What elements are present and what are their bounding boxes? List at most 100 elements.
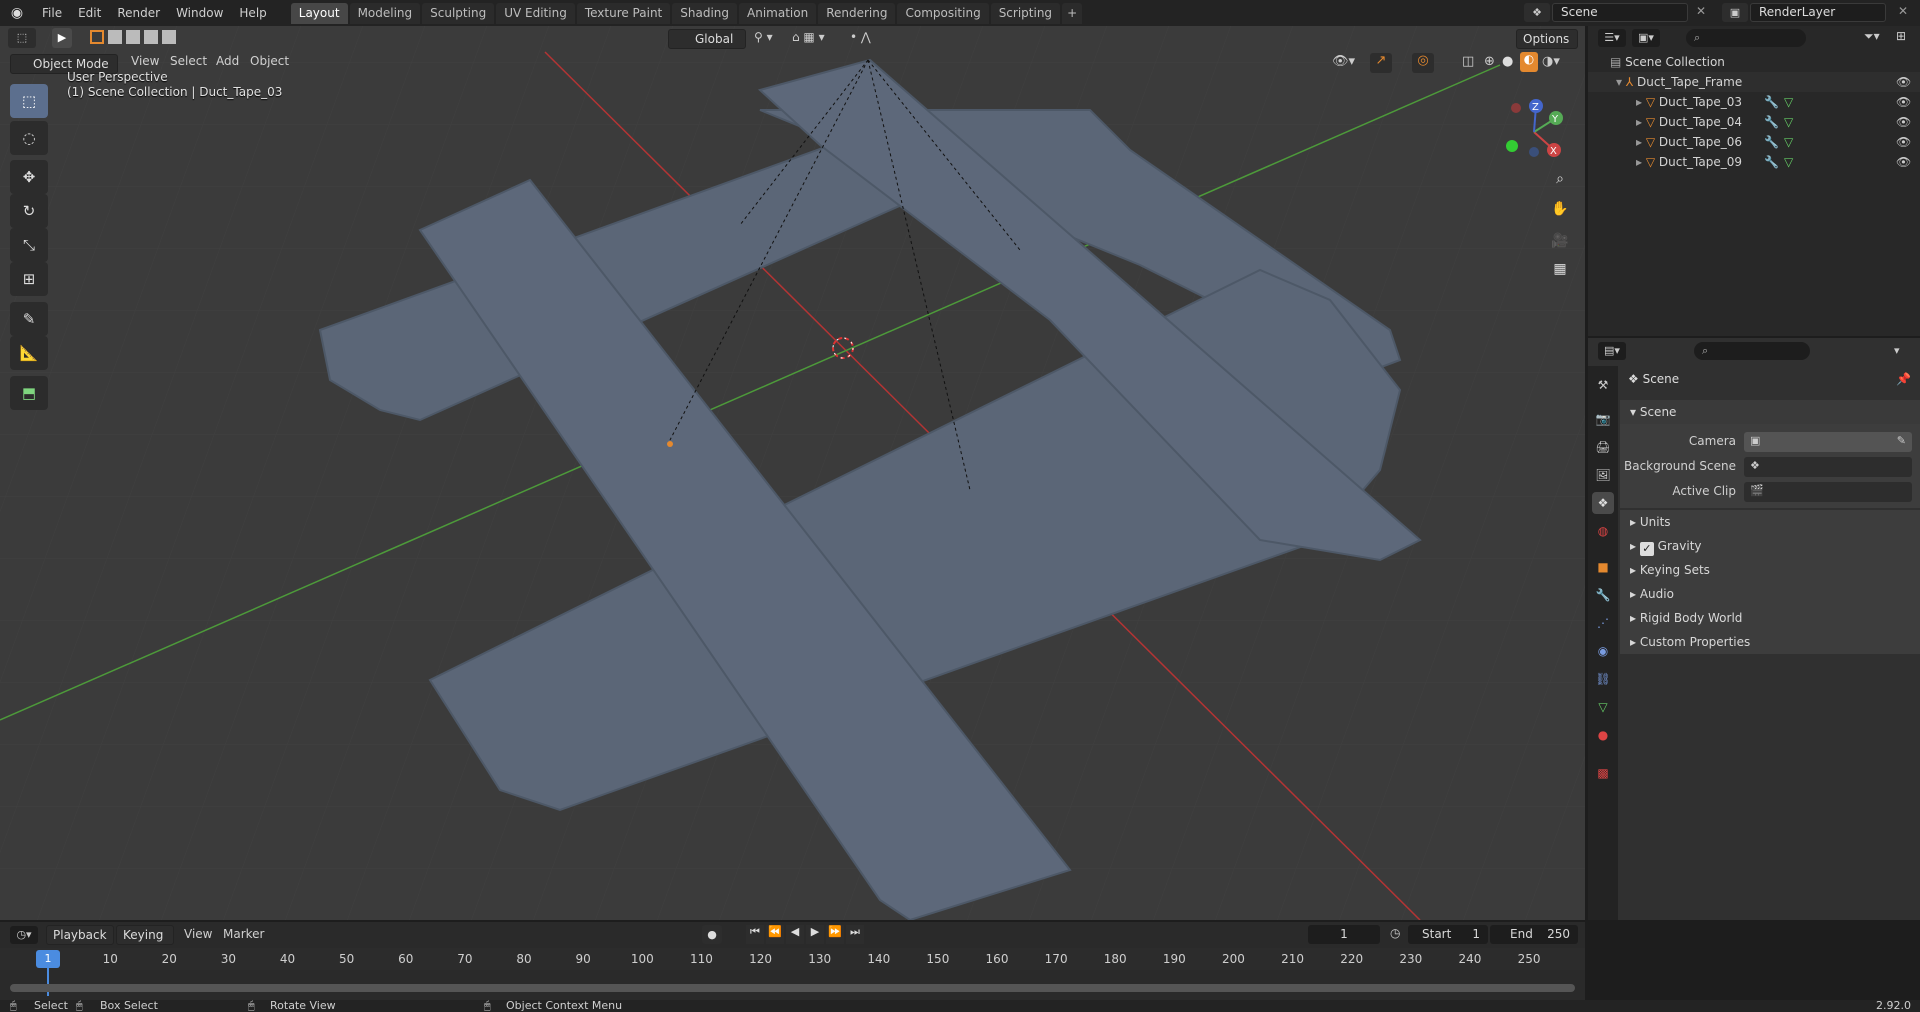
tab-animation[interactable]: Animation <box>739 2 817 24</box>
modifier-properties-icon[interactable]: 🔧 <box>1592 584 1614 606</box>
eyedropper-icon[interactable]: ✎ <box>1897 434 1906 447</box>
keying-dropdown[interactable]: Keying <box>116 925 174 945</box>
tab-compositing[interactable]: Compositing <box>897 2 989 24</box>
blender-logo-icon[interactable]: ◉ <box>0 0 34 26</box>
menu-edit[interactable]: Edit <box>70 0 109 26</box>
transform-tool[interactable]: ⊞ <box>10 262 48 296</box>
proportional-edit-icon[interactable]: • ⋀ <box>850 30 871 44</box>
mesh-data-icon[interactable]: ▽ <box>1784 152 1793 172</box>
outliner-display-mode-icon[interactable]: ☰▾ <box>1598 29 1626 47</box>
new-collection-icon[interactable]: ⊞ <box>1896 29 1906 43</box>
scale-tool[interactable]: ⤡ <box>10 228 48 262</box>
tab-modeling[interactable]: Modeling <box>349 2 421 24</box>
object-properties-icon[interactable]: ■ <box>1592 556 1614 578</box>
object-data-icon[interactable]: ▽ <box>1592 696 1614 718</box>
tab-shading[interactable]: Shading <box>672 2 737 24</box>
outliner-item-duct-tape-09[interactable]: ▸ ▽ Duct_Tape_09 🔧 ▽ 👁 <box>1588 152 1920 172</box>
menu-window[interactable]: Window <box>168 0 231 26</box>
timeline-menu-marker[interactable]: Marker <box>223 927 264 941</box>
gravity-panel-header[interactable]: ▸ ✓ Gravity <box>1620 534 1920 558</box>
scene-properties-icon[interactable]: ❖ <box>1592 492 1614 514</box>
preview-range-icon[interactable]: ◷ <box>1390 926 1400 940</box>
wireframe-shading-icon[interactable]: ⊕ <box>1484 54 1495 69</box>
eye-icon[interactable]: 👁 <box>1896 152 1911 172</box>
tab-rendering[interactable]: Rendering <box>818 2 896 24</box>
current-frame-field[interactable]: 1 <box>1308 925 1380 944</box>
eye-icon[interactable]: 👁 <box>1896 72 1911 92</box>
playback-dropdown[interactable]: Playback <box>46 925 114 945</box>
jump-start-icon[interactable]: ⏮ <box>746 925 764 944</box>
modifier-wrench-icon[interactable]: 🔧 <box>1764 112 1779 132</box>
menu-render[interactable]: Render <box>109 0 168 26</box>
properties-options-icon[interactable]: ▾ <box>1894 344 1900 357</box>
menu-select[interactable]: Select <box>170 54 207 68</box>
modifier-wrench-icon[interactable]: 🔧 <box>1764 92 1779 112</box>
audio-panel-header[interactable]: ▸ Audio <box>1620 582 1920 606</box>
eye-icon[interactable]: 👁 <box>1896 92 1911 112</box>
particles-icon[interactable]: ⋰ <box>1592 612 1614 634</box>
constraints-icon[interactable]: ⛓ <box>1592 668 1614 690</box>
record-icon[interactable]: ● <box>702 925 722 944</box>
outliner-filter-icon[interactable]: ▣▾ <box>1632 29 1660 47</box>
overlay-toggle-icon[interactable]: ◎ <box>1412 53 1434 73</box>
background-scene-field[interactable]: ❖ <box>1744 457 1912 477</box>
mesh-data-icon[interactable]: ▽ <box>1784 132 1793 152</box>
pan-hand-icon[interactable]: ✋ <box>1547 196 1573 222</box>
rigid-body-world-panel-header[interactable]: ▸ Rigid Body World <box>1620 606 1920 630</box>
add-workspace-button[interactable]: + <box>1062 2 1083 24</box>
render-properties-icon[interactable]: 📷 <box>1592 408 1614 430</box>
properties-editor-type-icon[interactable]: ▤▾ <box>1598 342 1626 360</box>
mesh-data-icon[interactable]: ▽ <box>1784 92 1793 112</box>
modifier-wrench-icon[interactable]: 🔧 <box>1764 152 1779 172</box>
next-keyframe-icon[interactable]: ⏩ <box>826 925 844 944</box>
world-properties-icon[interactable]: ◍ <box>1592 520 1614 542</box>
scene-selector-icon[interactable]: ❖ <box>1524 3 1550 22</box>
menu-file[interactable]: File <box>34 0 70 26</box>
outliner-item-duct-tape-04[interactable]: ▸ ▽ Duct_Tape_04 🔧 ▽ 👁 <box>1588 112 1920 132</box>
outliner-search-input[interactable]: ⌕ <box>1686 29 1806 47</box>
tab-uv-editing[interactable]: UV Editing <box>496 2 575 24</box>
snap-icon[interactable]: ⌂ ▦ ▾ <box>792 30 825 44</box>
xray-icon[interactable]: ◫ <box>1462 54 1474 69</box>
chevron-right-icon[interactable]: ▸ <box>1636 155 1646 169</box>
cursor-tool[interactable]: ◌ <box>10 121 48 155</box>
perspective-toggle-icon[interactable]: ▦ <box>1547 256 1573 282</box>
tab-texture-paint[interactable]: Texture Paint <box>576 2 671 24</box>
rotate-tool[interactable]: ↻ <box>10 194 48 228</box>
material-properties-icon[interactable]: ● <box>1592 724 1614 746</box>
outliner-item-duct-tape-03[interactable]: ▸ ▽ Duct_Tape_03 🔧 ▽ 👁 <box>1588 92 1920 112</box>
timeline-editor-type-icon[interactable]: ◷▾ <box>10 926 38 944</box>
prev-keyframe-icon[interactable]: ⏪ <box>766 925 784 944</box>
scene-panel-header[interactable]: ▾ Scene <box>1620 400 1920 424</box>
filter-icon[interactable]: ⏷▾ <box>1864 29 1880 44</box>
play-reverse-icon[interactable]: ◀ <box>786 925 804 944</box>
render-layer-icon[interactable]: ▣ <box>1722 3 1748 22</box>
orientation-dropdown[interactable]: Global <box>668 29 746 49</box>
zoom-icon[interactable]: ⌕ <box>1547 166 1573 192</box>
pin-icon[interactable]: 📌 <box>1896 372 1911 386</box>
camera-field[interactable]: ▣ ✎ <box>1744 432 1912 452</box>
measure-tool[interactable]: 📐 <box>10 336 48 370</box>
view-layer-icon[interactable]: 🖼 <box>1592 464 1614 486</box>
editor-type-icon[interactable]: ⬚ <box>8 28 36 48</box>
tab-sculpting[interactable]: Sculpting <box>422 2 495 24</box>
viewport-scene[interactable] <box>0 26 1585 920</box>
jump-end-icon[interactable]: ⏭ <box>846 925 864 944</box>
tool-settings-icon[interactable]: ⚒ <box>1592 374 1614 396</box>
gizmo-toggle-icon[interactable]: ↗ <box>1370 53 1392 73</box>
timeline-scrollbar[interactable] <box>10 984 1575 992</box>
modifier-wrench-icon[interactable]: 🔧 <box>1764 132 1779 152</box>
custom-properties-panel-header[interactable]: ▸ Custom Properties <box>1620 630 1920 654</box>
gravity-checkbox[interactable]: ✓ <box>1639 542 1654 556</box>
close-icon[interactable]: ✕ <box>1898 4 1908 18</box>
outliner-item-duct-tape-06[interactable]: ▸ ▽ Duct_Tape_06 🔧 ▽ 👁 <box>1588 132 1920 152</box>
scene-name-field[interactable]: Scene <box>1552 3 1688 22</box>
timeline-playhead[interactable]: 1 <box>36 950 60 968</box>
select-mode-icon[interactable] <box>90 30 180 46</box>
render-layer-field[interactable]: RenderLayer <box>1750 3 1886 22</box>
play-icon[interactable]: ▶ <box>806 925 824 944</box>
eye-icon[interactable]: 👁 <box>1896 112 1911 132</box>
units-panel-header[interactable]: ▸ Units <box>1620 510 1920 534</box>
rendered-shading-icon[interactable]: ◑▾ <box>1542 54 1560 69</box>
material-shading-icon[interactable]: ◐ <box>1520 52 1538 72</box>
